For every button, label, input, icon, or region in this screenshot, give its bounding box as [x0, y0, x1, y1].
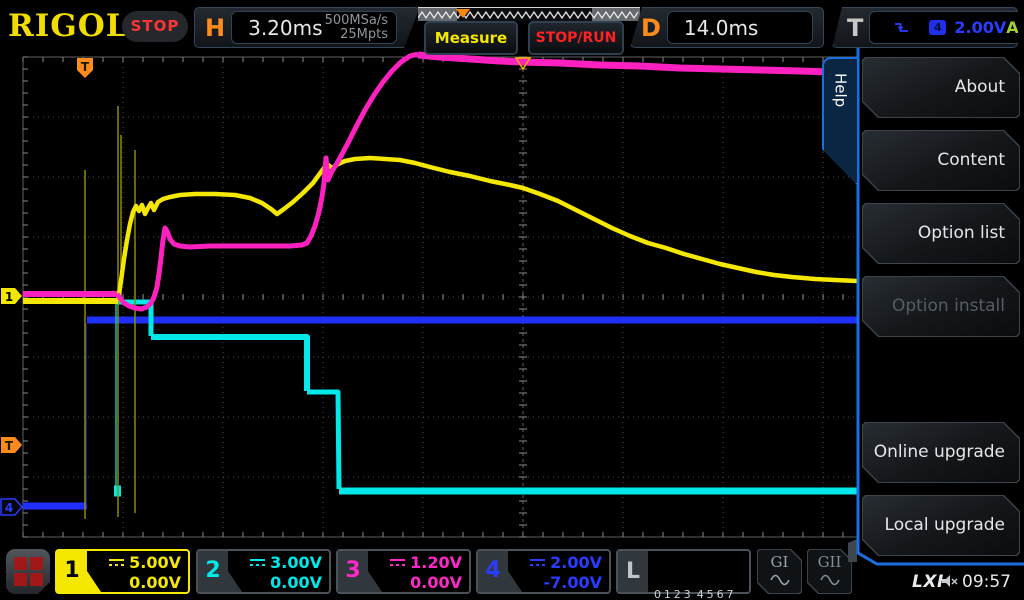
generator-1-box[interactable]: GI: [757, 549, 802, 594]
channel-4-scale: 2.00V: [550, 553, 602, 572]
oscilloscope-screen: T 1 T 4 RIGOL STOP H 3.20ms 500MSa/s 25Mpts…: [0, 0, 1024, 600]
ch1-trace: [118, 158, 857, 301]
menu-item-option-list[interactable]: Option list: [862, 203, 1020, 264]
menu-grid-icon: [14, 573, 27, 586]
logic-channels-row1: 0 1 2 3 4 5 6 7: [654, 587, 770, 600]
stop-run-button[interactable]: STOP/RUN: [528, 21, 624, 55]
trigger-source-badge: 4: [929, 20, 946, 35]
generator-2-label: GII: [808, 553, 851, 571]
channel-3-scale: 1.20V: [410, 553, 462, 572]
falling-edge-icon: [894, 21, 909, 34]
delay-inset: 14.0ms: [667, 11, 813, 44]
channel-1-offset: 0.00V: [129, 573, 181, 592]
menu-grid-icon: [30, 557, 43, 570]
channel-2-scale: 3.00V: [270, 553, 322, 572]
channel-2-offset: 0.00V: [270, 573, 322, 592]
channel-1-number: 1: [57, 558, 87, 583]
d-label: D: [641, 14, 661, 42]
measure-button[interactable]: Measure: [424, 21, 518, 55]
dc-coupling-icon: [390, 559, 405, 566]
trigger-mode: A: [1006, 18, 1018, 37]
channel-4-offset: -7.00V: [544, 573, 603, 592]
logic-tab-label: L: [618, 551, 648, 592]
channel-2-box[interactable]: 2 3.00V 0.00V: [196, 549, 331, 594]
trigger-level-marker-label: T: [5, 439, 14, 453]
memory-trigger-marker-icon: [456, 9, 470, 18]
memory-zigzag: [418, 8, 640, 21]
channel-3-box[interactable]: 3 1.20V 0.00V: [336, 549, 471, 594]
channel-menu-button[interactable]: [6, 549, 50, 594]
trigger-level-value: 2.00V: [954, 18, 1006, 37]
lxi-status: LXI: [912, 572, 944, 592]
dc-coupling-icon: [109, 559, 124, 566]
menu-item-about[interactable]: About: [862, 57, 1020, 118]
delay-panel[interactable]: D 14.0ms: [630, 7, 824, 48]
dc-coupling-icon: [250, 559, 265, 566]
timebase-inset: 3.20ms 500MSa/s 25Mpts: [231, 11, 397, 44]
muted-speaker-icon[interactable]: [941, 574, 959, 589]
trigger-inset: 4 2.00V A: [869, 11, 1024, 44]
h-label: H: [205, 14, 225, 42]
timebase-value: 3.20ms: [248, 16, 322, 40]
menu-item-local-upgrade[interactable]: Local upgrade: [862, 495, 1020, 556]
run-state-badge[interactable]: STOP: [122, 11, 188, 42]
channel-3-number: 3: [338, 558, 368, 583]
menu-grid-icon: [14, 557, 27, 570]
ch2-trace: [151, 337, 307, 391]
rigol-logo: RIGOL: [8, 8, 129, 44]
menu-item-online-upgrade[interactable]: Online upgrade: [862, 422, 1020, 483]
t-label: T: [847, 14, 863, 42]
channel-4-number: 4: [478, 558, 508, 583]
menu-item-option-install[interactable]: Option install: [862, 276, 1020, 337]
delay-value: 14.0ms: [684, 16, 758, 40]
trigger-position-marker-label: T: [81, 60, 90, 74]
channel-4-box[interactable]: 4 2.00V -7.00V: [476, 549, 611, 594]
menu-item-content[interactable]: Content: [862, 130, 1020, 191]
sample-rate: 500MSa/s: [325, 14, 388, 28]
ch1-position-marker-label: 1: [5, 290, 13, 304]
sine-wave-icon: [769, 572, 791, 586]
dc-coupling-icon: [530, 559, 545, 566]
generator-2-box[interactable]: GII: [807, 549, 852, 594]
memory-depth: 25Mpts: [325, 28, 388, 42]
help-tab-label: Help: [832, 73, 850, 107]
channel-2-number: 2: [198, 558, 228, 583]
ch4-position-marker-label: 4: [5, 501, 13, 515]
ch3-trace: [418, 55, 857, 72]
channel-3-offset: 0.00V: [410, 573, 462, 592]
clock: 09:57: [962, 572, 1011, 592]
ch3-trace: [117, 54, 418, 309]
channel-1-scale: 5.00V: [129, 553, 181, 572]
horizontal-timebase-panel[interactable]: H 3.20ms 500MSa/s 25Mpts: [194, 7, 420, 48]
ch2-trace: [307, 392, 339, 489]
logic-channels-box[interactable]: L 0 1 2 3 4 5 6 7 8 9 10 11 12 13 14 15: [616, 549, 751, 594]
memory-position-indicator[interactable]: [418, 7, 640, 21]
channel-1-box[interactable]: 1 5.00V 0.00V: [55, 549, 190, 594]
sine-wave-icon: [819, 572, 841, 586]
generator-1-label: GI: [758, 553, 801, 571]
trigger-panel[interactable]: T 4 2.00V A: [832, 7, 1018, 48]
menu-grid-icon: [30, 573, 43, 586]
